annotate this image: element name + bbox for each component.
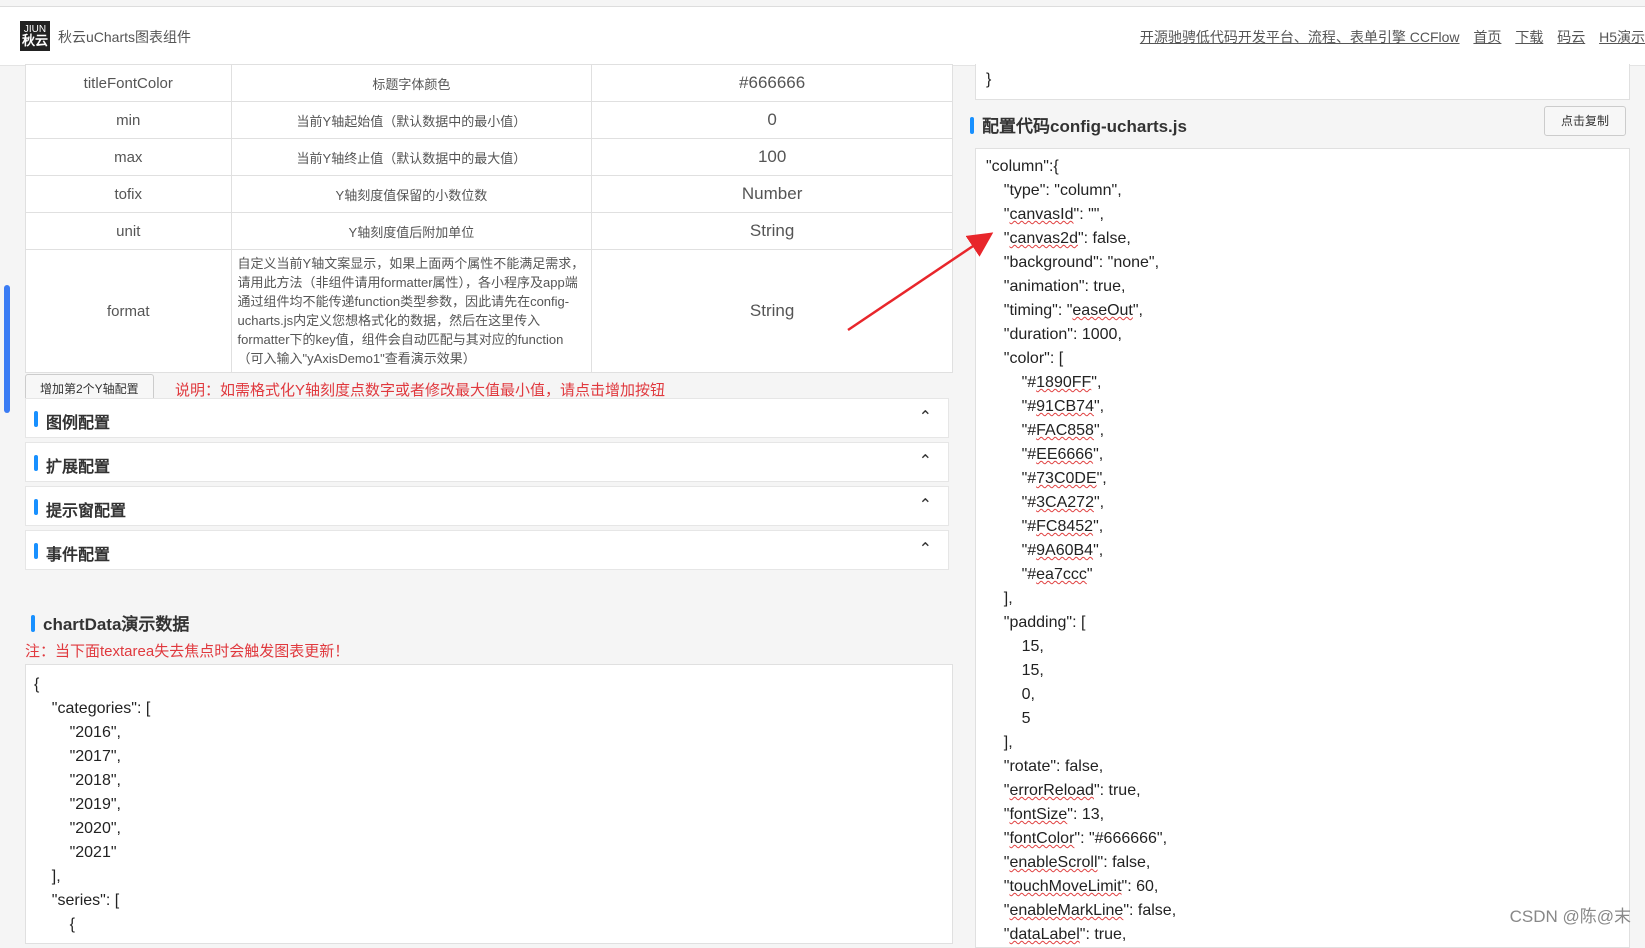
prop-name: unit: [25, 212, 232, 250]
add-yaxis-note: 说明：如需格式化Y轴刻度点数字或者修改最大值最小值，请点击增加按钮: [175, 382, 666, 399]
chartdata-heading-text: chartData演示数据: [43, 615, 190, 634]
chartdata-code: { "categories": [ "2016", "2017", "2018"…: [34, 676, 151, 933]
prop-value[interactable]: Number: [591, 175, 953, 213]
left-panel: titleFontColor 标题字体颜色 #666666 min 当前Y轴起始…: [25, 64, 953, 944]
section-marker: [34, 411, 38, 427]
section-legend-config[interactable]: 图例配置 ⌃: [25, 398, 949, 438]
chevron-up-icon[interactable]: ⌃: [919, 495, 932, 515]
prop-value[interactable]: 100: [591, 138, 953, 176]
copy-button[interactable]: 点击复制: [1543, 106, 1626, 136]
yaxis-properties-table: titleFontColor 标题字体颜色 #666666 min 当前Y轴起始…: [25, 64, 953, 373]
table-row: unit Y轴刻度值后附加单位 String: [25, 212, 953, 250]
logo-bottom-text: 秋云: [21, 33, 48, 48]
prop-value[interactable]: String: [591, 212, 953, 250]
top-bar: JIUN 秋云 秋云uCharts图表组件 开源驰骋低代码开发平台、流程、表单引…: [0, 6, 1645, 66]
section-event-config[interactable]: 事件配置 ⌃: [25, 530, 949, 570]
watermark: CSDN @陈@末: [1509, 907, 1631, 926]
prop-name: format: [25, 249, 232, 373]
section-marker: [970, 117, 974, 134]
section-marker: [31, 615, 35, 632]
config-code: "column":{ "type": "column", "canvasId":…: [986, 158, 1177, 943]
chartdata-note: 注：当下面textarea失去焦点时会触发图表更新！: [25, 643, 350, 660]
nav-link-h5-demo[interactable]: H5演示: [1599, 29, 1645, 45]
site-title: 秋云uCharts图表组件: [58, 29, 192, 45]
prev-code-tail: }: [986, 71, 992, 88]
prop-value[interactable]: String: [591, 249, 953, 373]
nav-link-gitee[interactable]: 码云: [1557, 29, 1585, 45]
section-title: 事件配置: [46, 547, 111, 564]
table-row: format 自定义当前Y轴文案显示，如果上面两个属性不能满足需求，请用此方法（…: [25, 249, 953, 373]
section-marker: [34, 499, 38, 515]
section-title: 图例配置: [46, 415, 111, 432]
prop-value[interactable]: #666666: [591, 64, 953, 102]
table-row: tofix Y轴刻度值保留的小数位数 Number: [25, 175, 953, 213]
table-row: max 当前Y轴终止值（默认数据中的最大值） 100: [25, 138, 953, 176]
section-extra-config[interactable]: 扩展配置 ⌃: [25, 442, 949, 482]
section-title: 提示窗配置: [46, 503, 127, 520]
chevron-up-icon[interactable]: ⌃: [919, 451, 932, 471]
nav-link-ccflow[interactable]: 开源驰骋低代码开发平台、流程、表单引擎 CCFlow: [1140, 29, 1460, 45]
prop-name: max: [25, 138, 232, 176]
prop-name: tofix: [25, 175, 232, 213]
chartdata-textarea[interactable]: { "categories": [ "2016", "2017", "2018"…: [25, 664, 953, 944]
prop-name: titleFontColor: [25, 64, 232, 102]
prop-desc: Y轴刻度值保留的小数位数: [230, 175, 593, 213]
prop-desc: 标题字体颜色: [230, 64, 593, 102]
config-code-textarea[interactable]: "column":{ "type": "column", "canvasId":…: [975, 148, 1630, 948]
prev-code-box[interactable]: }: [975, 64, 1630, 100]
section-title: 扩展配置: [46, 459, 111, 476]
nav-link-download[interactable]: 下载: [1515, 29, 1543, 45]
chevron-up-icon[interactable]: ⌃: [919, 539, 932, 559]
config-heading-text: 配置代码config-ucharts.js: [982, 117, 1187, 136]
table-row: titleFontColor 标题字体颜色 #666666: [25, 64, 953, 102]
chevron-up-icon[interactable]: ⌃: [919, 407, 932, 427]
site-logo[interactable]: JIUN 秋云: [20, 21, 50, 51]
section-marker: [34, 543, 38, 559]
section-marker: [34, 455, 38, 471]
prop-desc: 当前Y轴终止值（默认数据中的最大值）: [230, 138, 593, 176]
prop-desc: 自定义当前Y轴文案显示，如果上面两个属性不能满足需求，请用此方法（非组件请用fo…: [230, 249, 593, 373]
config-code-heading: 配置代码config-ucharts.js: [970, 112, 1187, 137]
prop-desc: 当前Y轴起始值（默认数据中的最小值）: [230, 101, 593, 139]
nav-link-home[interactable]: 首页: [1473, 29, 1501, 45]
scrollbar-thumb[interactable]: [4, 285, 10, 413]
top-nav: 开源驰骋低代码开发平台、流程、表单引擎 CCFlow 首页 下载 码云 H5演示: [1130, 27, 1645, 47]
table-row: min 当前Y轴起始值（默认数据中的最小值） 0: [25, 101, 953, 139]
section-tooltip-config[interactable]: 提示窗配置 ⌃: [25, 486, 949, 526]
chartdata-heading: chartData演示数据: [31, 610, 189, 635]
prop-name: min: [25, 101, 232, 139]
prop-value[interactable]: 0: [591, 101, 953, 139]
prop-desc: Y轴刻度值后附加单位: [230, 212, 593, 250]
